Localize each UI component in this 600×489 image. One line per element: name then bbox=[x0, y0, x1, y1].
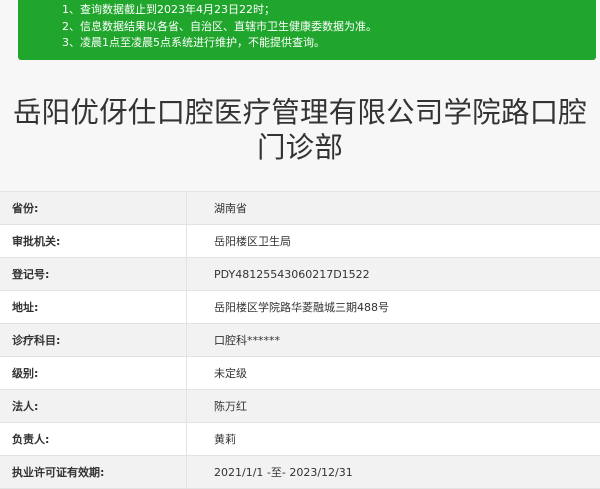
detail-value: 岳阳楼区卫生局 bbox=[214, 235, 291, 248]
details-table: 省份: 湖南省 审批机关: 岳阳楼区卫生局 登记号: PDY4812554306… bbox=[0, 191, 600, 489]
detail-row-legal-representative: 法人: 陈万红 bbox=[0, 390, 600, 423]
detail-value: 湖南省 bbox=[214, 202, 247, 215]
page-title: 岳阳优伢仕口腔医疗管理有限公司学院路口腔 门诊部 bbox=[0, 95, 600, 165]
detail-value: 黄莉 bbox=[214, 433, 236, 446]
detail-value: 2021/1/1 -至- 2023/12/31 bbox=[214, 466, 353, 479]
detail-row-approval-authority: 审批机关: 岳阳楼区卫生局 bbox=[0, 225, 600, 258]
detail-value: 陈万红 bbox=[214, 400, 247, 413]
detail-value: PDY48125543060217D1522 bbox=[214, 267, 370, 281]
notice-line-2: 2、信息数据结果以各省、自治区、直辖市卫生健康委数据为准。 bbox=[62, 19, 377, 33]
detail-row-province: 省份: 湖南省 bbox=[0, 192, 600, 225]
detail-label: 负责人: bbox=[0, 423, 187, 455]
notice-banner: 1、查询数据截止到2023年4月23日22时； 2、信息数据结果以各省、自治区、… bbox=[18, 0, 596, 60]
detail-value: 未定级 bbox=[214, 367, 247, 380]
detail-value: 口腔科****** bbox=[214, 334, 280, 347]
detail-row-license-validity: 执业许可证有效期: 2021/1/1 -至- 2023/12/31 bbox=[0, 456, 600, 489]
detail-label: 登记号: bbox=[0, 258, 187, 290]
detail-row-address: 地址: 岳阳楼区学院路华菱融城三期488号 bbox=[0, 291, 600, 324]
page-title-line-2: 门诊部 bbox=[256, 131, 344, 164]
page-title-line-1: 岳阳优伢仕口腔医疗管理有限公司学院路口腔 bbox=[12, 96, 587, 129]
detail-label: 执业许可证有效期: bbox=[0, 456, 187, 488]
detail-value: 岳阳楼区学院路华菱融城三期488号 bbox=[214, 301, 389, 314]
notice-line-3: 3、凌晨1点至凌晨5点系统进行维护，不能提供查询。 bbox=[62, 36, 325, 49]
detail-label: 诊疗科目: bbox=[0, 324, 187, 356]
detail-row-level: 级别: 未定级 bbox=[0, 357, 600, 390]
notice-line-1: 1、查询数据截止到2023年4月23日22时； bbox=[62, 3, 275, 16]
detail-label: 级别: bbox=[0, 357, 187, 389]
detail-row-registration-number: 登记号: PDY48125543060217D1522 bbox=[0, 258, 600, 291]
detail-label: 法人: bbox=[0, 390, 187, 422]
detail-label: 地址: bbox=[0, 291, 187, 323]
detail-row-person-in-charge: 负责人: 黄莉 bbox=[0, 423, 600, 456]
detail-label: 审批机关: bbox=[0, 225, 187, 257]
detail-row-departments: 诊疗科目: 口腔科****** bbox=[0, 324, 600, 357]
detail-label: 省份: bbox=[0, 192, 187, 224]
